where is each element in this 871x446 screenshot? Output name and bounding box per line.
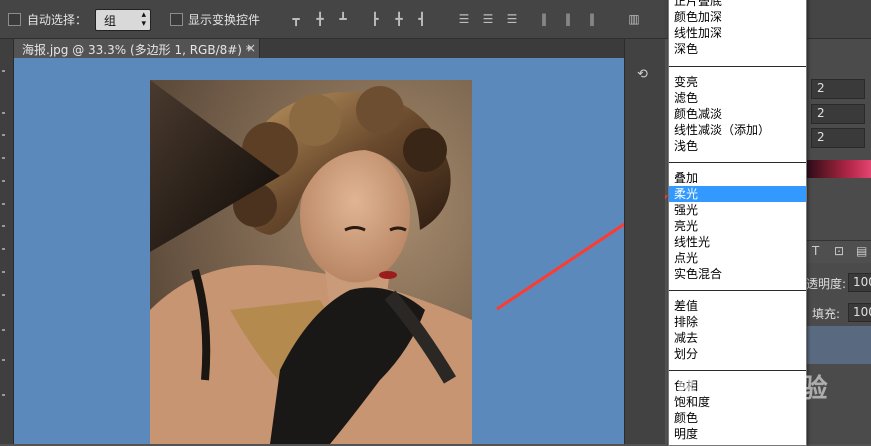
menu-item-hard-mix[interactable]: 实色混合	[669, 266, 806, 282]
fill-label: 填充:	[812, 307, 841, 321]
layer-row-selected[interactable]	[806, 326, 871, 364]
tool-slot[interactable]	[2, 203, 5, 205]
fill-row: 填充: 100	[806, 300, 871, 324]
smart-object-filter-icon[interactable]: ▤	[856, 244, 867, 258]
baidu-watermark: Baidu 经验	[676, 374, 829, 404]
menu-item-hard-light[interactable]: 强光	[669, 202, 806, 218]
distribute-bottom-icon[interactable]: ☰	[505, 12, 519, 26]
menu-item-linear-light[interactable]: 线性光	[669, 234, 806, 250]
value-field-2[interactable]: 2	[811, 104, 865, 124]
distribute-top-icon[interactable]: ☰	[457, 12, 471, 26]
document-tab-title: 海报.jpg @ 33.3% (多边形 1, RGB/8#) *	[22, 43, 252, 57]
opacity-label: 透明度:	[806, 277, 847, 291]
menu-item-screen[interactable]: 滤色	[669, 90, 806, 106]
menu-item-darker-color[interactable]: 深色	[669, 41, 806, 57]
poster-image[interactable]	[150, 80, 472, 444]
menu-item-exclusion[interactable]: 排除	[669, 314, 806, 330]
align-hcenter-icon[interactable]: ╋	[392, 12, 406, 26]
distribute-hcenter-icon[interactable]: ‖	[561, 12, 575, 26]
distribute-vcenter-icon[interactable]: ☰	[481, 12, 495, 26]
menu-item-color[interactable]: 颜色	[669, 410, 806, 426]
menu-item-vivid-light[interactable]: 亮光	[669, 218, 806, 234]
tool-slot[interactable]	[2, 180, 5, 182]
align-right-icon[interactable]: ┫	[415, 12, 429, 26]
value-field-1[interactable]: 2	[811, 79, 865, 99]
tool-slot[interactable]	[2, 112, 5, 114]
document-tab[interactable]: 海报.jpg @ 33.3% (多边形 1, RGB/8#) * ×	[14, 39, 260, 58]
auto-select-checkbox[interactable]	[8, 13, 21, 26]
menu-item-pin-light[interactable]: 点光	[669, 250, 806, 266]
opacity-field[interactable]: 100	[848, 273, 871, 292]
opacity-row: 透明度: 100	[806, 270, 871, 294]
distribute-right-icon[interactable]: ‖	[585, 12, 599, 26]
menu-item-lighter-color[interactable]: 浅色	[669, 138, 806, 154]
menu-item-soft-light[interactable]: 柔光	[669, 186, 806, 202]
menu-item-lighten[interactable]: 变亮	[669, 74, 806, 90]
fill-field[interactable]: 100	[848, 303, 871, 322]
align-left-icon[interactable]: ┣	[368, 12, 382, 26]
menu-item-color-dodge[interactable]: 颜色减淡	[669, 106, 806, 122]
value-field-3[interactable]: 2	[811, 128, 865, 148]
tool-slot[interactable]	[2, 134, 5, 136]
auto-select-dropdown[interactable]: 组 ▴ ▾	[95, 9, 151, 31]
show-transform-label: 显示变换控件	[188, 13, 261, 27]
tool-slot[interactable]	[2, 329, 5, 331]
tool-slot[interactable]	[2, 359, 5, 361]
menu-item-color-burn[interactable]: 颜色加深	[669, 9, 806, 25]
layers-toolbar: T ⊡ ▤	[806, 240, 871, 263]
menu-separator	[669, 162, 806, 163]
text-layer-filter-icon[interactable]: T	[812, 244, 819, 258]
shape-layer-filter-icon[interactable]: ⊡	[834, 244, 844, 258]
menu-item-multiply[interactable]: 正片叠底	[669, 0, 806, 9]
align-bottom-icon[interactable]: ┻	[336, 12, 350, 26]
align-vcenter-icon[interactable]: ╋	[313, 12, 327, 26]
history-panel-icon[interactable]: ⟲	[637, 67, 648, 82]
menu-item-subtract[interactable]: 减去	[669, 330, 806, 346]
tool-slot[interactable]	[2, 294, 5, 296]
menu-separator	[669, 290, 806, 291]
auto-select-value: 组	[104, 14, 117, 28]
tool-slot[interactable]	[2, 248, 5, 250]
tool-slot[interactable]	[2, 70, 5, 72]
align-top-icon[interactable]: ┳	[289, 12, 303, 26]
menu-item-divide[interactable]: 划分	[669, 346, 806, 362]
menu-item-luminosity[interactable]: 明度	[669, 426, 806, 442]
auto-align-icon[interactable]: ▥	[627, 12, 641, 26]
menu-item-linear-dodge[interactable]: 线性减淡（添加）	[669, 122, 806, 138]
menu-separator	[669, 66, 806, 67]
dropdown-arrow-icon: ▴ ▾	[141, 10, 146, 29]
menu-item-difference[interactable]: 差值	[669, 298, 806, 314]
tool-slot[interactable]	[2, 157, 5, 159]
tool-slot[interactable]	[2, 394, 5, 396]
auto-select-label: 自动选择：	[27, 13, 88, 27]
distribute-left-icon[interactable]: ‖	[537, 12, 551, 26]
close-tab-icon[interactable]: ×	[246, 41, 256, 55]
tool-slot[interactable]	[2, 271, 5, 273]
tool-slot[interactable]	[2, 225, 5, 227]
show-transform-checkbox[interactable]	[170, 13, 183, 26]
tools-panel	[0, 39, 14, 444]
color-ramp[interactable]	[806, 160, 871, 178]
panel-dock-strip: ⟲	[624, 39, 665, 444]
menu-item-linear-burn[interactable]: 线性加深	[669, 25, 806, 41]
menu-item-overlay[interactable]: 叠加	[669, 170, 806, 186]
